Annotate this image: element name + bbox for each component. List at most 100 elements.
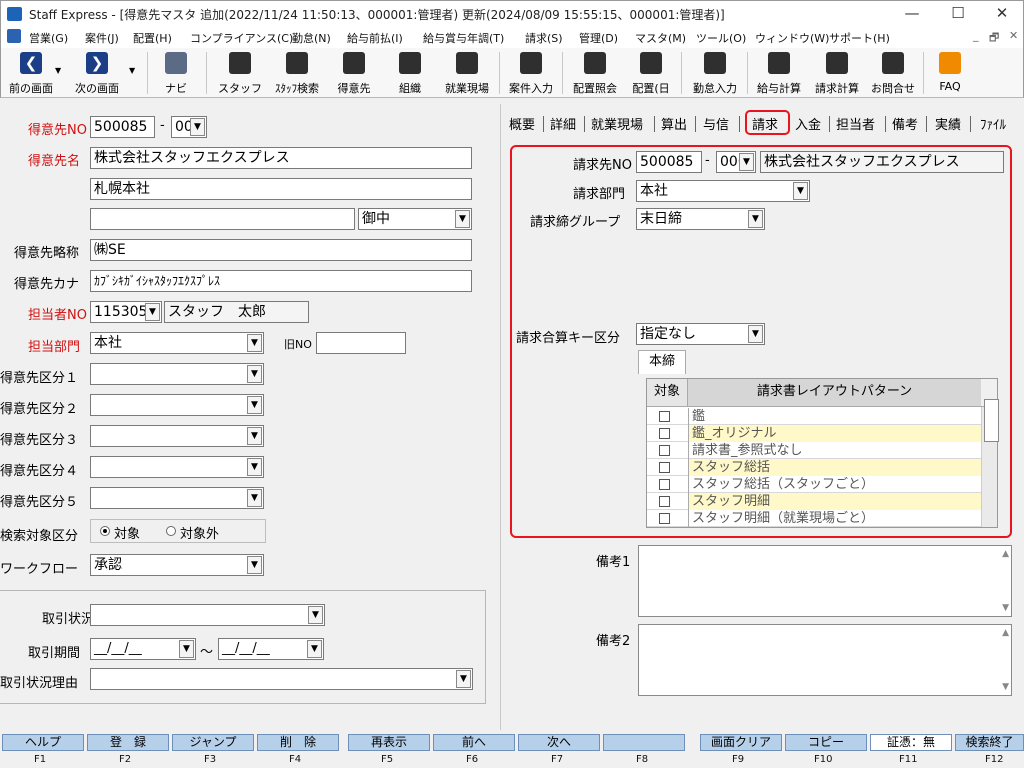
chevron-down-icon[interactable]: ▼	[308, 606, 323, 624]
scroll-up-icon[interactable]: ▲	[1002, 549, 1009, 559]
jump-button[interactable]: ジャンプ	[172, 734, 254, 751]
scroll-up-icon[interactable]: ▲	[1002, 628, 1009, 638]
chevron-down-icon[interactable]: ▼	[247, 334, 262, 352]
table-row[interactable]: 請求書_参照式なし	[647, 442, 981, 459]
scroll-down-icon[interactable]: ▼	[1002, 682, 1009, 692]
menu-sales[interactable]: 営業(G)	[29, 30, 68, 46]
trade-to-select[interactable]: __/__/__ ▼	[218, 638, 324, 660]
chevron-down-icon[interactable]: ▼	[247, 556, 262, 574]
table-row[interactable]: スタッフ総括（スタッフごと）	[647, 476, 981, 493]
table-row[interactable]: 鑑_オリジナル	[647, 425, 981, 442]
previous-button[interactable]: 前へ	[433, 734, 515, 751]
grid-scroll-thumb[interactable]	[984, 399, 999, 442]
maximize-button[interactable]: ☐	[935, 1, 981, 27]
closing-group-select[interactable]: 末日締 ▼	[636, 208, 765, 230]
billing-no-input[interactable]: 500085	[636, 151, 702, 173]
menu-master[interactable]: マスタ(M)	[635, 30, 686, 46]
placement-inquiry-button[interactable]: 配置照会	[567, 50, 623, 96]
tab-workplace[interactable]: 就業現場	[591, 114, 643, 133]
staff-search-button[interactable]: ｽﾀｯﾌ検索	[269, 50, 325, 96]
row-checkbox[interactable]	[659, 479, 670, 490]
f8-button[interactable]	[603, 734, 685, 751]
menu-window[interactable]: ウィンドウ(W)	[755, 30, 829, 46]
table-row[interactable]: スタッフ明細	[647, 493, 981, 510]
invoice-calc-button[interactable]: 請求計算	[809, 50, 865, 96]
menu-management[interactable]: 管理(D)	[579, 30, 618, 46]
table-row[interactable]: スタッフ総括	[647, 459, 981, 476]
search-target-off-radio[interactable]	[166, 526, 176, 536]
table-row[interactable]: 鑑	[647, 408, 981, 425]
tab-calc[interactable]: 算出	[661, 114, 687, 133]
dept-select[interactable]: 本社 ▼	[90, 332, 264, 354]
tab-results[interactable]: 実績	[935, 114, 961, 133]
clear-screen-button[interactable]: 画面クリア	[700, 734, 782, 751]
merge-key-select[interactable]: 指定なし ▼	[636, 323, 765, 345]
customer-cat2-select[interactable]: ▼	[90, 394, 264, 416]
customer-cat4-select[interactable]: ▼	[90, 456, 264, 478]
search-target-on-radio[interactable]	[100, 526, 110, 536]
voucher-button[interactable]: 証憑：無	[870, 734, 952, 751]
refresh-button[interactable]: 再表示	[348, 734, 430, 751]
chevron-down-icon[interactable]: ▼	[748, 210, 763, 228]
prev-dropdown-icon[interactable]: ▼	[55, 66, 61, 75]
menu-billing[interactable]: 請求(S)	[525, 30, 563, 46]
chevron-down-icon[interactable]: ▼	[456, 670, 471, 688]
mdi-close-button[interactable]: ✕	[1009, 29, 1018, 42]
customer-name2-input[interactable]: 札幌本社	[90, 178, 472, 200]
mdi-restore-button[interactable]: 🗗	[989, 29, 999, 48]
billing-dept-select[interactable]: 本社 ▼	[636, 180, 810, 202]
customer-name-input[interactable]: 株式会社スタッフエクスプレス	[90, 147, 472, 169]
scroll-down-icon[interactable]: ▼	[1002, 603, 1009, 613]
workplace-button[interactable]: 就業現場	[439, 50, 495, 96]
menu-compliance[interactable]: コンプライアンス(C)	[190, 30, 293, 46]
row-checkbox[interactable]	[659, 513, 670, 524]
row-checkbox[interactable]	[659, 462, 670, 473]
memo2-textarea[interactable]: ▲ ▼	[638, 624, 1012, 696]
salary-calc-button[interactable]: 給与計算	[751, 50, 807, 96]
delete-button[interactable]: 削 除	[257, 734, 339, 751]
faq-button[interactable]: FAQ	[929, 50, 971, 96]
chevron-down-icon[interactable]: ▼	[145, 303, 160, 321]
close-button[interactable]: ✕	[979, 1, 1024, 27]
menu-advance-pay[interactable]: 給与前払(I)	[347, 30, 403, 46]
tab-credit[interactable]: 与信	[703, 114, 729, 133]
chevron-down-icon[interactable]: ▼	[748, 325, 763, 343]
end-search-button[interactable]: 検索終了	[955, 734, 1024, 751]
menu-project[interactable]: 案件(J)	[85, 30, 119, 46]
menu-tools[interactable]: ツール(O)	[696, 30, 746, 46]
honorific-select[interactable]: 御中 ▼	[358, 208, 472, 230]
workflow-select[interactable]: 承認 ▼	[90, 554, 264, 576]
trade-reason-select[interactable]: ▼	[90, 668, 473, 690]
tab-person-in-charge[interactable]: 担当者	[836, 114, 875, 133]
customer-sub-select[interactable]: 000 ▼	[171, 116, 207, 138]
customer-button[interactable]: 得意先	[331, 50, 377, 96]
trade-status-select[interactable]: ▼	[90, 604, 325, 626]
tab-remarks[interactable]: 備考	[892, 114, 918, 133]
next-button[interactable]: 次へ	[518, 734, 600, 751]
table-row[interactable]: スタッフ明細（就業現場ごと）	[647, 510, 981, 527]
tab-overview[interactable]: 概要	[509, 114, 535, 133]
trade-from-select[interactable]: __/__/__ ▼	[90, 638, 196, 660]
chevron-down-icon[interactable]: ▼	[247, 396, 262, 414]
next-dropdown-icon[interactable]: ▼	[129, 66, 135, 75]
help-button[interactable]: ヘルプ	[2, 734, 84, 751]
row-checkbox[interactable]	[659, 411, 670, 422]
chevron-down-icon[interactable]: ▼	[247, 458, 262, 476]
staff-button[interactable]: スタッフ	[217, 50, 263, 96]
mdi-minimize-button[interactable]: _	[973, 29, 979, 42]
navi-button[interactable]: ナビ	[153, 50, 199, 96]
chevron-down-icon[interactable]: ▼	[247, 489, 262, 507]
copy-button[interactable]: コピー	[785, 734, 867, 751]
old-no-input[interactable]	[316, 332, 406, 354]
customer-no-input[interactable]: 500085	[90, 116, 155, 138]
kana-input[interactable]: ｶﾌﾞｼｷｶﾞｲｼｬｽﾀｯﾌｴｸｽﾌﾟﾚｽ	[90, 270, 472, 292]
org-button[interactable]: 組織	[387, 50, 433, 96]
short-name-input[interactable]: ㈱SE	[90, 239, 472, 261]
grid-header-target[interactable]: 対象	[647, 379, 688, 407]
chevron-down-icon[interactable]: ▼	[190, 118, 205, 136]
customer-name3-input[interactable]	[90, 208, 355, 230]
tab-detail[interactable]: 詳細	[550, 114, 576, 133]
attendance-input-button[interactable]: 勤怠入力	[687, 50, 743, 96]
row-checkbox[interactable]	[659, 445, 670, 456]
customer-cat1-select[interactable]: ▼	[90, 363, 264, 385]
